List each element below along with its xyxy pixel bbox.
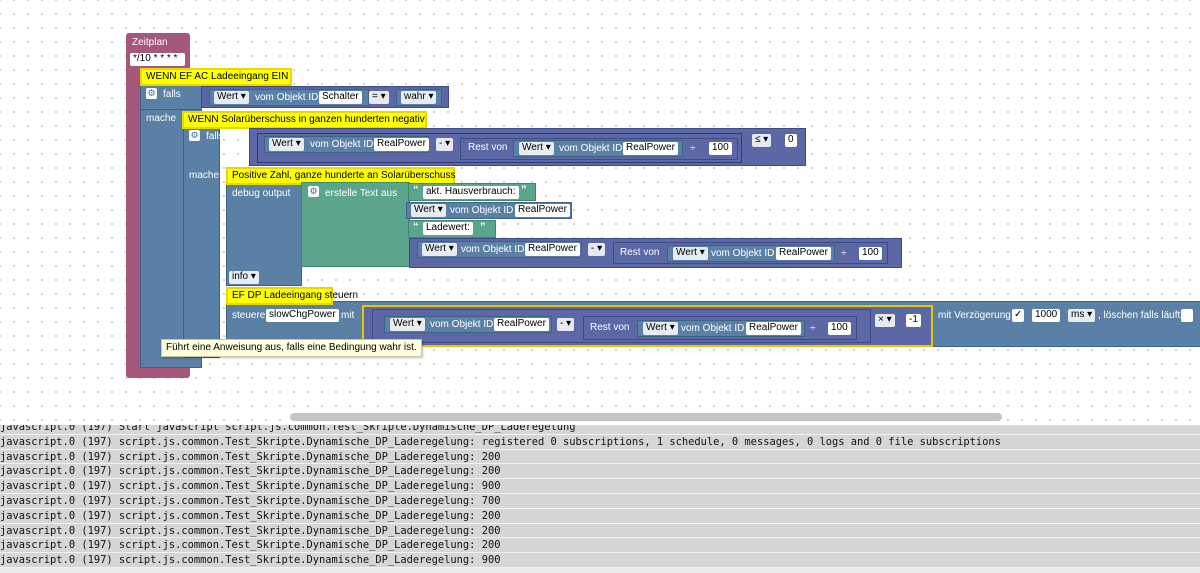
log-line: javascript.0 (197) script.js.common.Test…: [0, 479, 1200, 494]
multiply-value-field[interactable]: -1: [906, 314, 921, 327]
debug-output-label: debug output: [232, 188, 291, 199]
multiply-operator-dropdown[interactable]: × ▾: [875, 314, 895, 327]
log-line: javascript.0 (197) script.js.common.Test…: [0, 538, 1200, 554]
attr-dropdown[interactable]: Wert ▾: [673, 247, 708, 260]
delay-value-field[interactable]: 1000: [1032, 309, 1061, 322]
attr-dropdown[interactable]: Wert ▾: [643, 322, 678, 335]
delay-unit-dropdown[interactable]: ms ▾: [1068, 309, 1096, 322]
object-id-field[interactable]: RealPower: [374, 138, 429, 151]
divisor-field[interactable]: 100: [828, 322, 851, 335]
log-line: javascript.0 (197) Start javascript scri…: [0, 425, 1200, 435]
minus-operator-dropdown[interactable]: - ▾: [588, 243, 606, 256]
quote-close-icon: ”: [521, 184, 527, 196]
if-block-inner[interactable]: [183, 126, 220, 358]
vom-objekt-label: vom Objekt ID: [681, 323, 745, 334]
mache-label: mache: [189, 170, 220, 181]
gear-icon[interactable]: ⚙: [146, 88, 157, 99]
compare-operator-dropdown[interactable]: ≤ ▾: [752, 134, 772, 147]
create-text-label: erstelle Text aus: [325, 188, 398, 199]
object-id-field[interactable]: RealPower: [494, 318, 549, 331]
clear-running-checkbox[interactable]: [1181, 309, 1193, 322]
steuere-label: steuere: [232, 310, 266, 321]
vom-objekt-label: vom Objekt ID: [461, 244, 525, 255]
object-id-field[interactable]: RealPower: [776, 247, 831, 260]
vom-objekt-label: vom Objekt ID: [559, 143, 623, 154]
attr-dropdown[interactable]: Wert ▾: [214, 91, 249, 104]
attr-dropdown[interactable]: Wert ▾: [269, 138, 304, 151]
attr-dropdown[interactable]: Wert ▾: [411, 204, 446, 217]
delay-label: mit Verzögerung: [938, 310, 1011, 321]
divisor-field[interactable]: 100: [709, 142, 732, 155]
vom-objekt-label: vom Objekt ID: [430, 319, 494, 330]
comment-wenn-solar[interactable]: WENN Solarüberschuss in ganzen hunderten…: [182, 111, 427, 129]
gear-icon[interactable]: ⚙: [308, 186, 319, 197]
log-line: javascript.0 (197) script.js.common.Test…: [0, 464, 1200, 480]
falls-label: falls: [163, 89, 181, 100]
log-line: javascript.0 (197) script.js.common.Test…: [0, 493, 1200, 509]
rest-von-label: Rest von: [468, 142, 508, 153]
zeitplan-label: Zeitplan: [132, 37, 168, 48]
log-line: javascript.0 (197) script.js.common.Test…: [0, 523, 1200, 539]
comment-ef-dp[interactable]: EF DP Ladeeingang steuern: [226, 287, 358, 305]
divisor-field[interactable]: 100: [859, 247, 882, 260]
attr-dropdown[interactable]: Wert ▾: [519, 142, 554, 155]
object-id-field[interactable]: Schalter: [319, 91, 362, 104]
vom-objekt-label: vom Objekt ID: [711, 248, 775, 259]
comment-wenn-ef-ac[interactable]: WENN EF AC Ladeeingang EIN: [140, 68, 292, 86]
object-id-field[interactable]: RealPower: [623, 142, 678, 155]
divide-symbol: ÷: [841, 248, 847, 259]
log-level-dropdown[interactable]: info ▾: [229, 271, 259, 284]
minus-operator-dropdown[interactable]: - ▾: [436, 138, 454, 151]
text-literal-field[interactable]: Ladewert:: [423, 222, 473, 235]
attr-dropdown[interactable]: Wert ▾: [422, 243, 457, 256]
log-console: javascript.0 (197) Start javascript scri…: [0, 425, 1200, 573]
log-line: javascript.0 (197) script.js.common.Test…: [0, 553, 1200, 568]
log-line: javascript.0 (197) script.js.common.Test…: [0, 508, 1200, 524]
log-line: javascript.0 (197) script.js.common.Test…: [0, 449, 1200, 465]
zeitplan-cron-field[interactable]: */10 * * * *: [130, 53, 185, 66]
minus-operator-dropdown[interactable]: - ▾: [557, 318, 575, 331]
object-id-field[interactable]: RealPower: [746, 322, 801, 335]
vom-objekt-label: vom Objekt ID: [255, 92, 319, 103]
falls-label: falls: [206, 131, 224, 142]
operator-dropdown[interactable]: = ▾: [369, 91, 389, 104]
log-line: javascript.0 (197) script.js.common.Test…: [0, 434, 1200, 450]
delay-checkbox[interactable]: ✓: [1012, 309, 1024, 322]
clear-running-label: , löschen falls läuft: [1098, 310, 1181, 321]
divide-symbol: ÷: [690, 143, 696, 154]
compare-value-field[interactable]: 0: [785, 134, 797, 147]
vom-objekt-label: vom Objekt ID: [310, 139, 374, 150]
blockly-workspace[interactable]: Zeitplan */10 * * * * WENN EF AC Ladeein…: [0, 0, 1200, 422]
gear-icon[interactable]: ⚙: [189, 130, 200, 141]
mit-label: mit: [341, 310, 355, 321]
boolean-value-dropdown[interactable]: wahr ▾: [401, 91, 437, 104]
text-literal-field[interactable]: akt. Hausverbrauch:: [423, 186, 519, 199]
attr-dropdown[interactable]: Wert ▾: [390, 318, 425, 331]
quote-open-icon: “: [413, 184, 419, 196]
divide-symbol: ÷: [810, 323, 816, 334]
object-id-field[interactable]: RealPower: [515, 204, 570, 217]
rest-von-label: Rest von: [620, 247, 660, 258]
mache-label: mache: [146, 113, 177, 124]
object-id-field[interactable]: RealPower: [525, 243, 580, 256]
control-object-field[interactable]: slowChgPower: [266, 309, 339, 322]
block-tooltip: Führt eine Anweisung aus, falls eine Bed…: [161, 339, 422, 357]
rest-von-label: Rest von: [590, 322, 630, 333]
quote-open-icon: “: [413, 221, 419, 233]
quote-close-icon: ”: [480, 221, 486, 233]
horizontal-scrollbar[interactable]: [290, 413, 1002, 421]
vom-objekt-label: vom Objekt ID: [450, 205, 514, 216]
